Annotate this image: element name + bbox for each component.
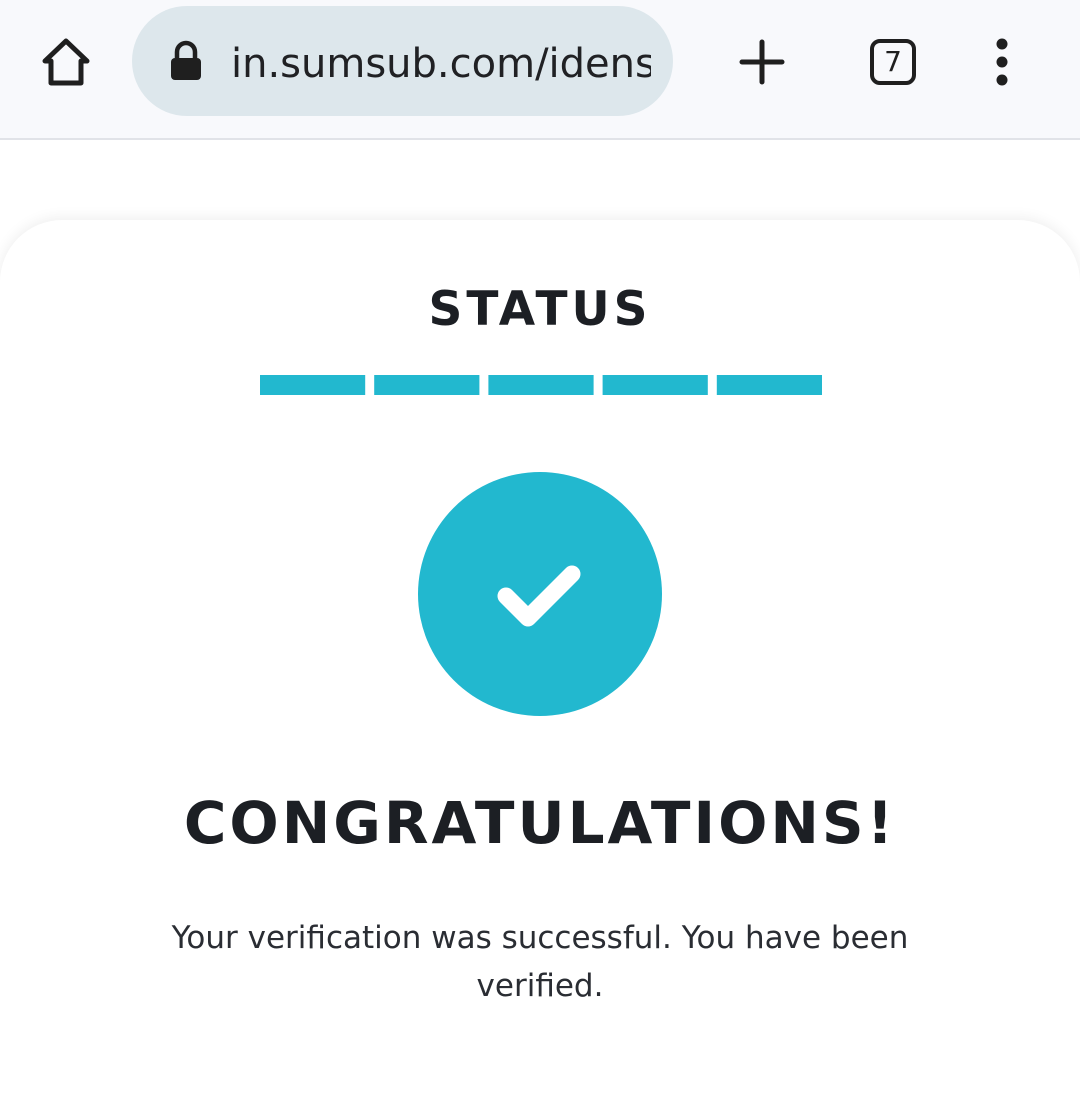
plus-icon — [739, 39, 785, 85]
success-circle — [418, 472, 662, 716]
home-icon — [42, 38, 90, 86]
browser-toolbar: in.sumsub.com/idensic 7 — [0, 0, 1080, 140]
progress-step — [260, 375, 366, 395]
progress-step — [488, 375, 594, 395]
progress-step — [716, 375, 822, 395]
progress-step — [374, 375, 480, 395]
lock-icon — [171, 40, 201, 80]
tab-count: 7 — [870, 39, 916, 85]
check-icon — [497, 565, 581, 627]
new-tab-button[interactable] — [732, 32, 792, 92]
tab-switcher-button[interactable]: 7 — [863, 32, 923, 92]
url-text[interactable]: in.sumsub.com/idensic — [231, 36, 651, 92]
status-title: STATUS — [428, 282, 652, 337]
congratulations-heading: CONGRATULATIONS! — [183, 789, 897, 857]
verification-message: Your verification was successful. You ha… — [171, 920, 909, 1004]
more-vert-icon — [996, 38, 1008, 86]
progress-step — [602, 375, 708, 395]
menu-button[interactable] — [982, 32, 1022, 92]
progress-steps — [260, 375, 822, 395]
home-button[interactable] — [36, 32, 96, 92]
